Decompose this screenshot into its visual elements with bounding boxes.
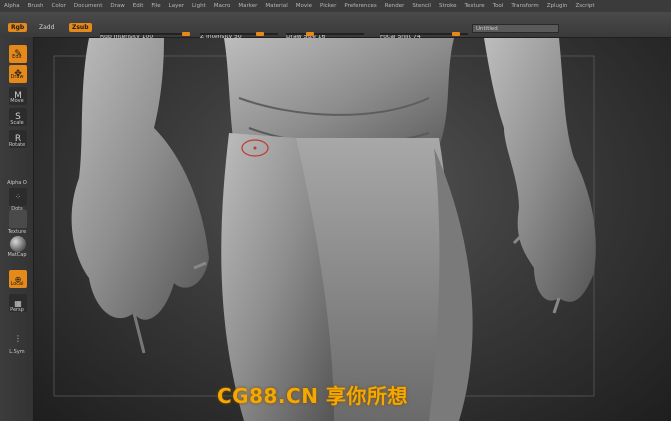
texture-button[interactable] bbox=[9, 210, 27, 228]
menu-brush[interactable]: Brush bbox=[24, 3, 48, 9]
menu-alpha[interactable]: Alpha bbox=[0, 3, 24, 9]
brush-cursor-dot bbox=[253, 146, 257, 150]
lsym-label: L.Sym bbox=[9, 349, 25, 355]
menu-document[interactable]: Document bbox=[70, 3, 107, 9]
matcap-icon[interactable] bbox=[10, 236, 26, 252]
document-name-field[interactable]: Untitled bbox=[472, 24, 559, 33]
zsub-toggle[interactable]: Zsub bbox=[69, 23, 92, 32]
persp-label: Persp bbox=[10, 307, 24, 313]
top-shelf: Rgb Zadd Zsub Rgb Intensity 100 Z Intens… bbox=[0, 12, 671, 40]
scale-label: Scale bbox=[10, 120, 24, 126]
menu-picker[interactable]: Picker bbox=[316, 3, 340, 9]
zbrush-window: Alpha Brush Color Document Draw Edit Fil… bbox=[0, 0, 671, 421]
matcap-label: MatCap bbox=[7, 252, 27, 258]
rgb-intensity-track bbox=[100, 33, 190, 35]
menu-movie[interactable]: Movie bbox=[292, 3, 316, 9]
alpha-label: Alpha O bbox=[7, 180, 27, 186]
dots-icon: ⁘ bbox=[15, 193, 21, 201]
draw-label: Draw bbox=[10, 74, 24, 80]
draw-size-slider[interactable]: Draw Size 16 bbox=[286, 23, 364, 40]
lsym-button[interactable]: ⋮ bbox=[9, 329, 27, 347]
menu-edit[interactable]: Edit bbox=[129, 3, 148, 9]
menu-stencil[interactable]: Stencil bbox=[408, 3, 435, 9]
menu-file[interactable]: File bbox=[147, 3, 164, 9]
menu-transform[interactable]: Transform bbox=[507, 3, 542, 9]
viewport-canvas[interactable] bbox=[34, 38, 671, 421]
texture-label: Texture bbox=[7, 229, 27, 235]
move-label: Move bbox=[10, 98, 24, 104]
sculpt-model bbox=[53, 38, 596, 421]
menu-macro[interactable]: Macro bbox=[210, 3, 235, 9]
z-intensity-track bbox=[200, 33, 278, 35]
right-arm bbox=[484, 38, 596, 302]
z-intensity-slider[interactable]: Z Intensity 50 bbox=[200, 23, 278, 40]
right-claw bbox=[552, 297, 561, 314]
menu-material[interactable]: Material bbox=[261, 3, 291, 9]
rotate-label: Rotate bbox=[8, 142, 26, 148]
focal-shift-knob[interactable] bbox=[452, 32, 460, 36]
edit-label: Edit bbox=[12, 54, 22, 60]
menu-layer[interactable]: Layer bbox=[165, 3, 188, 9]
left-shelf: ✎ Edit ✥ Draw M Move S Scale R Rotate Al… bbox=[0, 37, 34, 421]
draw-size-track bbox=[286, 33, 364, 35]
z-intensity-knob[interactable] bbox=[256, 32, 264, 36]
menu-texture[interactable]: Texture bbox=[461, 3, 489, 9]
menu-light[interactable]: Light bbox=[188, 3, 210, 9]
left-arm bbox=[71, 38, 209, 320]
menu-render[interactable]: Render bbox=[381, 3, 409, 9]
menu-color[interactable]: Color bbox=[48, 3, 70, 9]
zadd-toggle[interactable]: Zadd bbox=[36, 23, 57, 32]
menu-stroke[interactable]: Stroke bbox=[435, 3, 461, 9]
focal-shift-slider[interactable]: Focal Shift 74 bbox=[380, 23, 468, 40]
watermark-text: CG88.CN 享你所想 bbox=[217, 384, 408, 408]
menu-preferences[interactable]: Preferences bbox=[340, 3, 380, 9]
menu-zscript[interactable]: Zscript bbox=[571, 3, 598, 9]
menu-marker[interactable]: Marker bbox=[234, 3, 261, 9]
rgb-intensity-knob[interactable] bbox=[182, 32, 190, 36]
stroke-dots-button[interactable]: ⁘ bbox=[9, 188, 27, 206]
rgb-toggle[interactable]: Rgb bbox=[8, 23, 28, 32]
menu-zplugin[interactable]: Zplugin bbox=[543, 3, 572, 9]
rgb-intensity-slider[interactable]: Rgb Intensity 100 bbox=[100, 23, 190, 40]
local-label: Local bbox=[10, 281, 24, 287]
draw-size-knob[interactable] bbox=[306, 32, 314, 36]
menu-tool[interactable]: Tool bbox=[489, 3, 508, 9]
menu-draw[interactable]: Draw bbox=[106, 3, 128, 9]
lsym-icon: ⋮ bbox=[14, 333, 22, 343]
